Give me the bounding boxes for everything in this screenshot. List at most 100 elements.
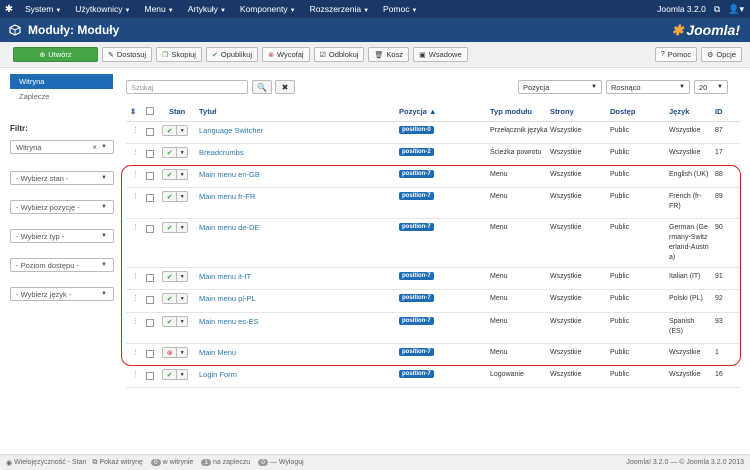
unpublished-icon[interactable]: ⊗ [163,348,178,357]
status-toggle[interactable]: ✔ ▼ [162,125,188,136]
status-toggle[interactable]: ✔ ▼ [162,316,188,327]
table-row[interactable]: ⋮ ✔ ▼ Main menu en-GB position-7 Menu Wsz… [126,166,740,188]
row-checkbox[interactable] [146,172,154,180]
table-row[interactable]: ⋮ ✔ ▼ Main menu it-IT position-7 Menu Wsz… [126,268,740,290]
menu-extensions[interactable]: Rozszerzenia ▼ [303,4,376,14]
row-checkbox[interactable] [146,372,154,380]
row-checkbox[interactable] [146,225,154,233]
table-row[interactable]: ⋮ ✔ ▼ Main menu es-ES position-7 Menu Wsz… [126,313,740,344]
state-filter-select[interactable]: - Wybierz stan - ▼ [10,171,114,185]
unpublish-button[interactable]: ⊗ Wycofaj [262,47,310,62]
options-button[interactable]: ⚙ Opcje [701,47,742,62]
joomla-logo-icon[interactable]: ✱ [0,0,18,18]
limit-select[interactable]: 20 ▼ [694,80,728,94]
trash-button[interactable]: 🗑 Kosz [368,47,410,62]
published-icon[interactable]: ✔ [163,148,178,157]
caret-down-icon[interactable]: ▼ [177,170,187,179]
drag-handle-icon[interactable]: ⋮ [132,348,139,356]
table-row[interactable]: ⋮ ✔ ▼ Main menu pl-PL position-7 Menu Wsz… [126,290,740,313]
drag-handle-icon[interactable]: ⋮ [132,317,139,325]
module-title-link[interactable]: Language Switcher [199,126,263,136]
publish-button[interactable]: ✔ Opublikuj [205,47,259,62]
help-button[interactable]: ? Pomoc [654,47,698,62]
column-status[interactable]: Stan [169,107,185,116]
type-filter-select[interactable]: - Wybierz typ - ▼ [10,229,114,243]
menu-menus[interactable]: Menu ▼ [137,4,180,14]
drag-handle-icon[interactable]: ⋮ [132,126,139,134]
sort-direction-select[interactable]: Rosnąco ▼ [606,80,690,94]
table-row[interactable]: ⋮ ✔ ▼ Breadcrumbs position-2 Ścieżka powr… [126,144,740,166]
drag-handle-icon[interactable]: ⋮ [132,294,139,302]
language-filter-select[interactable]: - Wybierz język - ▼ [10,287,114,301]
module-title-link[interactable]: Main menu it-IT [199,272,251,282]
module-title-link[interactable]: Main menu de-DE [199,223,259,233]
version-link[interactable]: Joomla 3.2.0 [657,4,706,14]
row-checkbox[interactable] [146,274,154,282]
module-title-link[interactable]: Main menu fr-FR [199,192,255,202]
clear-search-button[interactable]: ✖ [275,80,295,94]
menu-components[interactable]: Komponenty ▼ [233,4,303,14]
row-checkbox[interactable] [146,150,154,158]
status-toggle[interactable]: ✔ ▼ [162,191,188,202]
access-filter-select[interactable]: - Poziom dostępu - ▼ [10,258,114,272]
status-toggle[interactable]: ⊗ ▼ [162,347,188,358]
sidebar-item-site[interactable]: Witryna [10,74,113,89]
table-row[interactable]: ⋮ ✔ ▼ Main menu fr-FR position-7 Menu Wsz… [126,188,740,219]
caret-down-icon[interactable]: ▼ [177,294,187,303]
published-icon[interactable]: ✔ [163,126,178,135]
status-toggle[interactable]: ✔ ▼ [162,369,188,380]
column-position[interactable]: Pozycja ▲ [399,107,436,116]
row-checkbox[interactable] [146,319,154,327]
caret-down-icon[interactable]: ▼ [177,317,187,326]
table-row[interactable]: ⋮ ⊗ ▼ Main Menu position-7 Menu Wszystkie… [126,344,740,366]
menu-users[interactable]: Użytkownicy ▼ [68,4,137,14]
published-icon[interactable]: ✔ [163,370,178,379]
column-access[interactable]: Dostęp [610,107,635,116]
checkin-button[interactable]: ☑ Odblokuj [313,47,365,62]
row-checkbox[interactable] [146,350,154,358]
status-toggle[interactable]: ✔ ▼ [162,293,188,304]
published-icon[interactable]: ✔ [163,223,178,232]
column-id[interactable]: ID [715,107,723,116]
search-input[interactable]: Szukaj [126,80,248,94]
caret-down-icon[interactable]: ▼ [177,348,187,357]
module-title-link[interactable]: Main Menu [199,348,236,358]
status-toggle[interactable]: ✔ ▼ [162,222,188,233]
drag-handle-icon[interactable]: ⋮ [132,170,139,178]
column-language[interactable]: Język [669,107,689,116]
new-button[interactable]: ⊕ Utwórz [13,47,98,62]
published-icon[interactable]: ✔ [163,317,178,326]
view-site-link[interactable]: ⧉ Pokaż witrynę [92,459,143,467]
caret-down-icon[interactable]: ▼ [177,148,187,157]
sidebar-item-admin[interactable]: Zaplecze [10,89,113,104]
module-title-link[interactable]: Main menu en-GB [199,170,260,180]
module-title-link[interactable]: Main menu pl-PL [199,294,256,304]
module-title-link[interactable]: Breadcrumbs [199,148,244,158]
published-icon[interactable]: ✔ [163,272,178,281]
logout-link[interactable]: 0— Wyloguj [256,459,304,466]
drag-handle-icon[interactable]: ⋮ [132,192,139,200]
edit-button[interactable]: ✎ Dostosuj [102,47,153,62]
drag-handle-icon[interactable]: ⋮ [132,272,139,280]
multilang-status-link[interactable]: ◉ Wielojęzyczność - Stan [6,459,86,467]
module-title-link[interactable]: Login Form [199,370,237,380]
status-toggle[interactable]: ✔ ▼ [162,169,188,180]
row-checkbox[interactable] [146,128,154,136]
position-filter-select[interactable]: - Wybierz pozycję - ▼ [10,200,114,214]
caret-down-icon[interactable]: ▼ [177,370,187,379]
caret-down-icon[interactable]: ▼ [177,126,187,135]
table-row[interactable]: ⋮ ✔ ▼ Login Form position-7 Logowanie Wsz… [126,366,740,388]
caret-down-icon[interactable]: ▼ [177,192,187,201]
drag-handle-icon[interactable]: ⋮ [132,370,139,378]
caret-down-icon[interactable]: ▼ [177,272,187,281]
published-icon[interactable]: ✔ [163,192,178,201]
status-toggle[interactable]: ✔ ▼ [162,271,188,282]
sort-field-select[interactable]: Pozycja ▼ [518,80,602,94]
status-toggle[interactable]: ✔ ▼ [162,147,188,158]
published-icon[interactable]: ✔ [163,170,178,179]
column-module-type[interactable]: Typ modułu [490,107,532,116]
sort-ordering-icon[interactable]: ⇕ [130,107,136,116]
drag-handle-icon[interactable]: ⋮ [132,148,139,156]
row-checkbox[interactable] [146,194,154,202]
drag-handle-icon[interactable]: ⋮ [132,223,139,231]
